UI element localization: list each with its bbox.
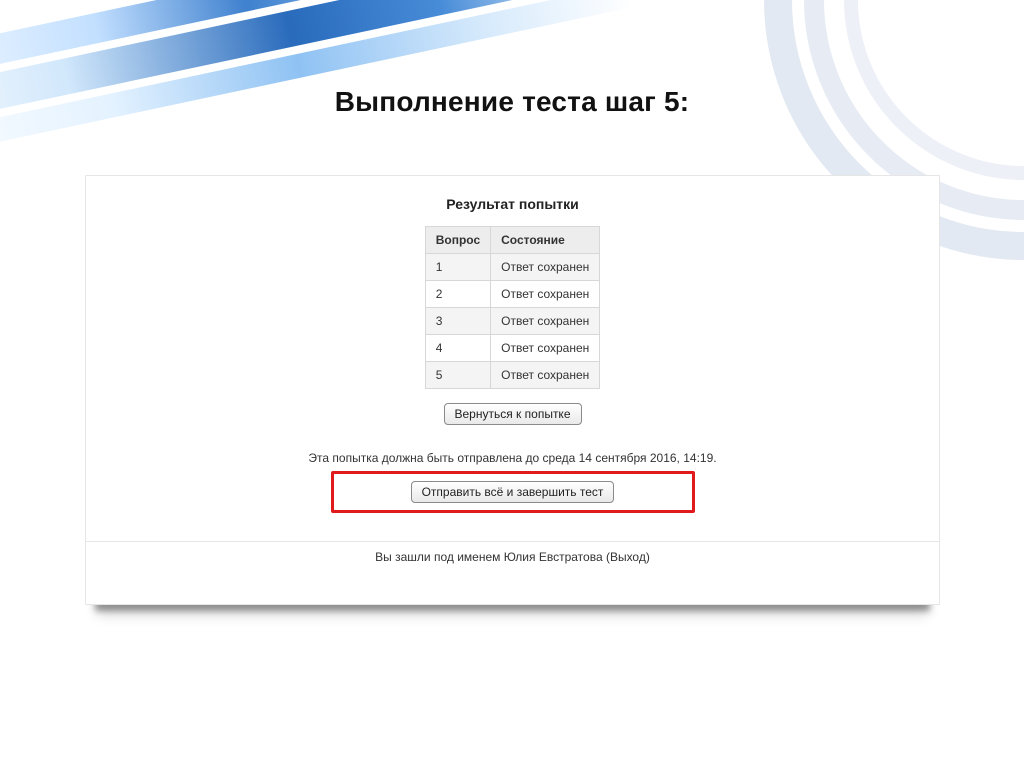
cell-status: Ответ сохранен — [491, 335, 600, 362]
cell-question: 1 — [425, 254, 490, 281]
cell-question: 2 — [425, 281, 490, 308]
col-header-question: Вопрос — [425, 227, 490, 254]
cell-status: Ответ сохранен — [491, 362, 600, 389]
cell-question: 5 — [425, 362, 490, 389]
cell-question: 4 — [425, 335, 490, 362]
result-panel: Результат попытки Вопрос Состояние 1 Отв… — [85, 175, 940, 605]
table-row: 1 Ответ сохранен — [425, 254, 600, 281]
page-title: Выполнение теста шаг 5: — [0, 86, 1024, 118]
submit-highlight-box: Отправить всё и завершить тест — [331, 471, 695, 513]
cell-question: 3 — [425, 308, 490, 335]
table-row: 3 Ответ сохранен — [425, 308, 600, 335]
submit-all-button[interactable]: Отправить всё и завершить тест — [411, 481, 615, 503]
section-title: Результат попытки — [86, 196, 939, 212]
table-row: 5 Ответ сохранен — [425, 362, 600, 389]
cell-status: Ответ сохранен — [491, 281, 600, 308]
cell-status: Ответ сохранен — [491, 254, 600, 281]
table-row: 2 Ответ сохранен — [425, 281, 600, 308]
logged-in-as: Вы зашли под именем Юлия Евстратова (Вых… — [86, 550, 939, 564]
table-row: 4 Ответ сохранен — [425, 335, 600, 362]
attempt-table: Вопрос Состояние 1 Ответ сохранен 2 Отве… — [425, 226, 601, 389]
deadline-text: Эта попытка должна быть отправлена до ср… — [86, 451, 939, 465]
return-to-attempt-button[interactable]: Вернуться к попытке — [444, 403, 582, 425]
col-header-status: Состояние — [491, 227, 600, 254]
divider — [86, 541, 939, 542]
cell-status: Ответ сохранен — [491, 308, 600, 335]
